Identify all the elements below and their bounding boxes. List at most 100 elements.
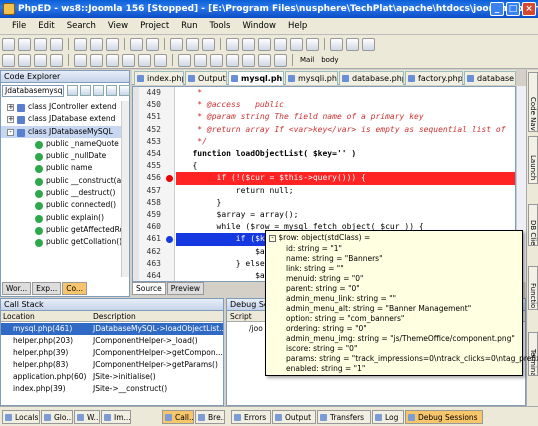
comment-icon[interactable] <box>34 53 47 67</box>
filter-icon[interactable] <box>80 85 91 96</box>
code-line[interactable]: return null; <box>176 185 515 197</box>
tab-code-explorer[interactable]: Co... <box>62 282 88 295</box>
tree-item[interactable]: public getCollation() <box>1 236 129 248</box>
tab-call-stack[interactable]: Call... <box>162 410 194 424</box>
menu-help[interactable]: Help <box>282 21 313 31</box>
align-right-icon[interactable] <box>154 53 167 67</box>
body-button[interactable]: body <box>319 56 340 64</box>
run-icon[interactable] <box>226 37 239 51</box>
tab-preview[interactable]: Preview <box>166 282 204 295</box>
new-file-icon[interactable] <box>2 37 15 51</box>
bold-icon[interactable] <box>74 53 87 67</box>
tab-factory-php[interactable]: factory.php <box>405 71 463 85</box>
code-line[interactable]: * <box>176 87 515 99</box>
debug-session-row[interactable]: /joo <box>249 324 263 333</box>
tab-mysqli-php[interactable]: mysqli.php <box>285 71 338 85</box>
image-icon[interactable] <box>194 53 207 67</box>
code-line[interactable]: $array = array(); <box>176 209 515 221</box>
tab-immediate[interactable]: Im... <box>101 410 131 424</box>
outdent-icon[interactable] <box>18 53 31 67</box>
call-stack-row[interactable]: application.php(60) JSite->initialise() <box>1 371 223 383</box>
menu-window[interactable]: Window <box>236 21 282 31</box>
tab-explorer[interactable]: Exp... <box>32 282 62 295</box>
tab-globals[interactable]: Glo... <box>41 410 73 424</box>
tab-index-php[interactable]: index.php <box>134 71 184 85</box>
tab-workspace[interactable]: Wor... <box>2 282 32 295</box>
expand-toggle-icon[interactable]: + <box>7 104 14 111</box>
code-line[interactable]: * @return array If <var>key</var> is emp… <box>176 124 515 136</box>
maximize-button[interactable]: □ <box>506 2 520 16</box>
open-folder-icon[interactable] <box>18 37 31 51</box>
uncomment-icon[interactable] <box>50 53 63 67</box>
step-out-icon[interactable] <box>290 37 303 51</box>
call-stack-row[interactable]: mysql.php(461) JDatabaseMySQL->loadObject… <box>1 323 223 335</box>
tab-breakpoints[interactable]: Bre... <box>195 410 225 424</box>
minimize-button[interactable]: _ <box>490 2 504 16</box>
step-over-icon[interactable] <box>274 37 287 51</box>
form-icon[interactable] <box>226 53 239 67</box>
tab-output[interactable]: Output <box>185 71 227 85</box>
menu-edit[interactable]: Edit <box>32 21 60 31</box>
col-description[interactable]: Description <box>93 311 136 322</box>
tab-source[interactable]: Source <box>132 282 166 295</box>
menu-view[interactable]: View <box>102 21 134 31</box>
browser-icon[interactable] <box>346 37 359 51</box>
code-line[interactable]: { <box>176 160 515 172</box>
tab-database-2[interactable]: database <box>464 71 516 85</box>
expand-toggle-icon[interactable]: + <box>7 116 14 124</box>
expand-toggle-icon[interactable]: - <box>7 128 14 136</box>
step-into-icon[interactable] <box>258 37 271 51</box>
save-all-icon[interactable] <box>50 37 63 51</box>
tree-view-icon[interactable] <box>93 85 104 96</box>
code-line[interactable]: */ <box>176 136 515 148</box>
table-icon[interactable] <box>178 53 191 67</box>
tab-launch-box[interactable]: Launch Box <box>528 136 538 184</box>
tab-locals[interactable]: Locals <box>2 410 40 424</box>
tab-watch[interactable]: W... <box>74 410 100 424</box>
paste-icon[interactable] <box>106 37 119 51</box>
tab-errors[interactable]: Errors <box>231 410 271 424</box>
tab-log[interactable]: Log <box>372 410 404 424</box>
refresh-icon[interactable] <box>106 85 117 96</box>
debug-icon[interactable] <box>242 37 255 51</box>
tab-functions[interactable]: Functions <box>528 266 538 310</box>
tree-item[interactable]: public _nameQuote <box>1 138 129 150</box>
col-script[interactable]: Script <box>230 311 252 322</box>
tree-item[interactable]: + class JDatabase extend <box>1 113 129 125</box>
copy-icon[interactable] <box>90 37 103 51</box>
help-icon[interactable] <box>362 37 375 51</box>
menu-file[interactable]: File <box>6 21 32 31</box>
tree-item[interactable]: public explain() <box>1 212 129 224</box>
tree-item[interactable]: public getAffectedRo <box>1 224 129 236</box>
cut-icon[interactable] <box>74 37 87 51</box>
tab-mysql-php[interactable]: mysql.php <box>228 71 284 85</box>
code-line[interactable]: function loadObjectList( $key='' ) <box>176 148 515 160</box>
align-left-icon[interactable] <box>122 53 135 67</box>
settings-icon[interactable] <box>119 85 130 96</box>
call-stack-row[interactable]: helper.php(39) JComponentHelper->getCompo… <box>1 347 223 359</box>
anchor-icon[interactable] <box>242 53 255 67</box>
tab-code-navigator[interactable]: Code Navigator <box>528 72 538 132</box>
tab-transfers[interactable]: Transfers <box>317 410 371 424</box>
find-icon[interactable] <box>170 37 183 51</box>
italic-icon[interactable] <box>90 53 103 67</box>
undo-icon[interactable] <box>130 37 143 51</box>
menu-search[interactable]: Search <box>61 21 102 31</box>
call-stack-row[interactable]: helper.php(83) JComponentHelper->getParam… <box>1 359 223 371</box>
tab-database-php[interactable]: database.php <box>339 71 404 85</box>
tree-item[interactable]: - class JDatabaseMySQL <box>1 125 129 138</box>
menu-tools[interactable]: Tools <box>203 21 236 31</box>
link-icon[interactable] <box>210 53 223 67</box>
tab-output-bottom[interactable]: Output <box>272 410 316 424</box>
tree-item[interactable]: public __destruct() <box>1 187 129 199</box>
code-line[interactable]: if (!($cur = $this->query())) { <box>176 172 515 185</box>
col-location[interactable]: Location <box>3 311 35 322</box>
tab-debug-sessions[interactable]: Debug Sessions <box>405 410 483 424</box>
tree-item[interactable]: public __construct(a <box>1 175 129 187</box>
menu-run[interactable]: Run <box>175 21 203 31</box>
call-stack-row[interactable]: helper.php(203) JComponentHelper->_load() <box>1 335 223 347</box>
tab-db-client[interactable]: DB Client <box>528 204 538 246</box>
close-button[interactable]: × <box>522 2 536 16</box>
align-center-icon[interactable] <box>138 53 151 67</box>
indent-icon[interactable] <box>2 53 15 67</box>
